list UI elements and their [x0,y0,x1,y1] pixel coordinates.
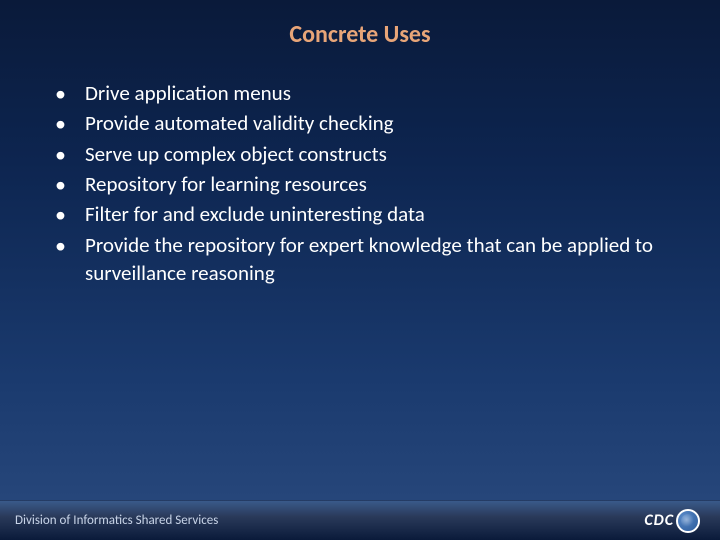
slide-content: Concrete Uses Drive application menus Pr… [0,0,720,309]
slide-title: Concrete Uses [40,20,680,49]
footer-logo-area: CDC [644,509,700,533]
list-item: Provide the repository for expert knowle… [65,231,680,288]
cdc-logo-icon [676,509,700,533]
list-item: Serve up complex object constructs [65,140,680,168]
bullet-list: Drive application menus Provide automate… [40,79,680,287]
list-item: Drive application menus [65,79,680,107]
list-item: Provide automated validity checking [65,109,680,137]
footer-division-text: Division of Informatics Shared Services [15,513,218,528]
list-item: Repository for learning resources [65,170,680,198]
list-item: Filter for and exclude uninteresting dat… [65,200,680,228]
cdc-logo: CDC [644,509,700,533]
cdc-logo-text: CDC [644,511,674,530]
footer-bar: Division of Informatics Shared Services … [0,500,720,540]
